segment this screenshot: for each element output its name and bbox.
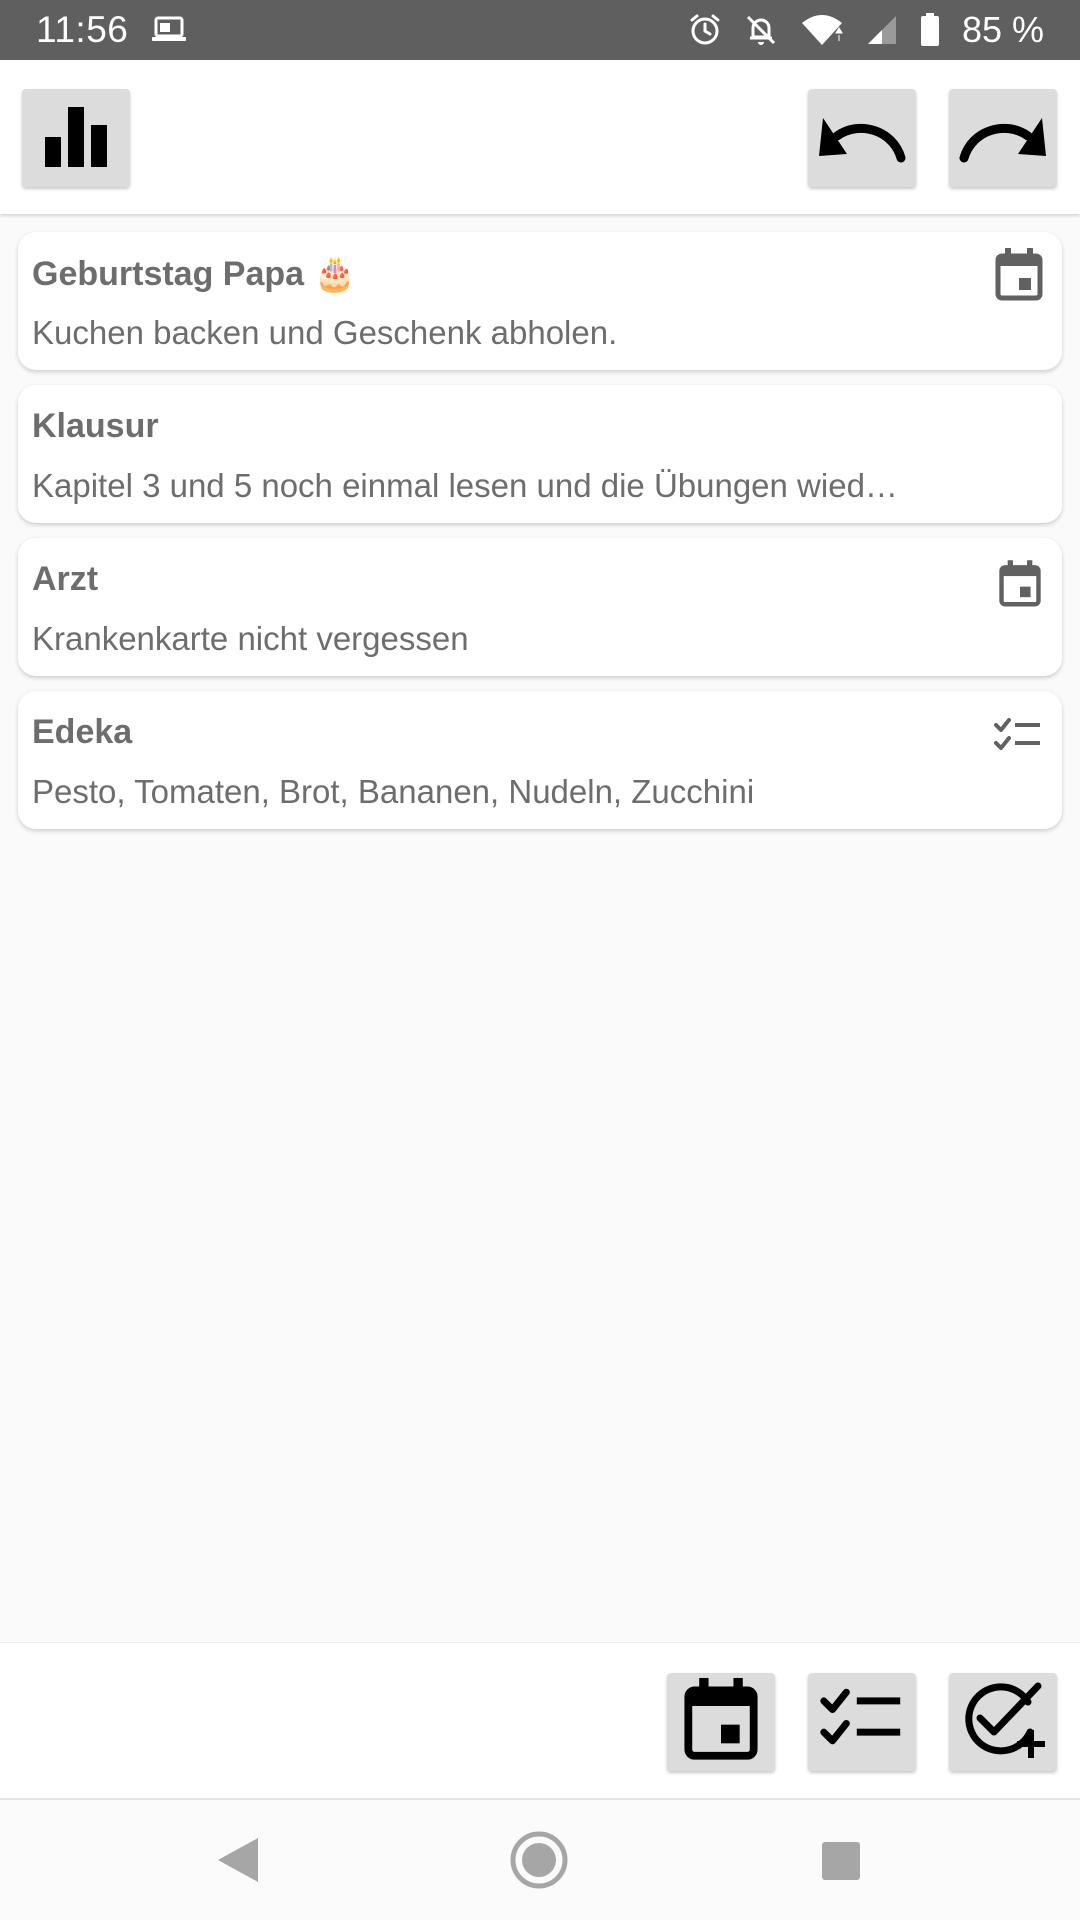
notes-list: Geburtstag Papa 🎂 Kuchen backen und Gesc… [18,232,1062,844]
note-card[interactable]: Geburtstag Papa 🎂 Kuchen backen und Gesc… [18,232,1062,370]
battery-icon [920,13,940,47]
note-text: Krankenkarte nicht vergessen [32,620,469,657]
note-text: Kuchen backen und Geschenk abholen. [32,314,618,351]
note-text: Pesto, Tomaten, Brot, Bananen, Nudeln, Z… [32,773,755,810]
new-task-button[interactable] [949,1673,1057,1771]
statistics-button[interactable] [22,89,130,187]
calendar-icon [998,560,1042,613]
battery-percent: 85 % [961,9,1044,50]
note-title: Geburtstag Papa 🎂 [32,255,356,293]
recents-square-icon[interactable] [820,1840,862,1887]
new-checklist-button[interactable] [808,1673,916,1771]
notifications-off-icon [744,13,778,47]
calendar-icon [994,248,1044,307]
bottom-action-bar [0,1642,1080,1799]
back-triangle-icon[interactable] [214,1834,262,1891]
calendar-icon [681,1677,761,1767]
new-event-button[interactable] [667,1673,775,1771]
note-card[interactable]: Arzt Krankenkarte nicht vergessen [18,538,1062,676]
alarm-icon [688,13,722,47]
note-text: Kapitel 3 und 5 noch einmal lesen und di… [32,467,898,504]
wifi-icon [800,13,844,47]
note-card[interactable]: Klausur Kapitel 3 und 5 noch einmal lese… [18,385,1062,523]
note-title: Arzt [32,560,99,598]
bar-chart-icon [41,101,111,176]
note-card[interactable]: Edeka Pesto, Tomaten, Brot, Bananen, Nud… [18,691,1062,829]
undo-icon [817,106,907,171]
add-task-icon [958,1678,1048,1767]
checklist-icon [994,717,1042,760]
system-nav-bar [0,1798,1080,1920]
status-bar: 11:56 85 % [0,0,1080,60]
checklist-icon [820,1687,904,1758]
cast-icon [150,15,188,45]
note-title: Klausur [32,407,159,445]
note-title: Edeka [32,713,133,751]
redo-button[interactable] [949,89,1057,187]
cell-signal-icon [866,14,898,46]
redo-icon [958,106,1048,171]
status-time: 11:56 [36,9,129,50]
screen: 11:56 85 % Geburtstag Papa 🎂 Kuchen back… [0,0,1080,1920]
app-toolbar [0,60,1080,214]
home-circle-icon[interactable] [509,1830,569,1895]
undo-button[interactable] [808,89,916,187]
